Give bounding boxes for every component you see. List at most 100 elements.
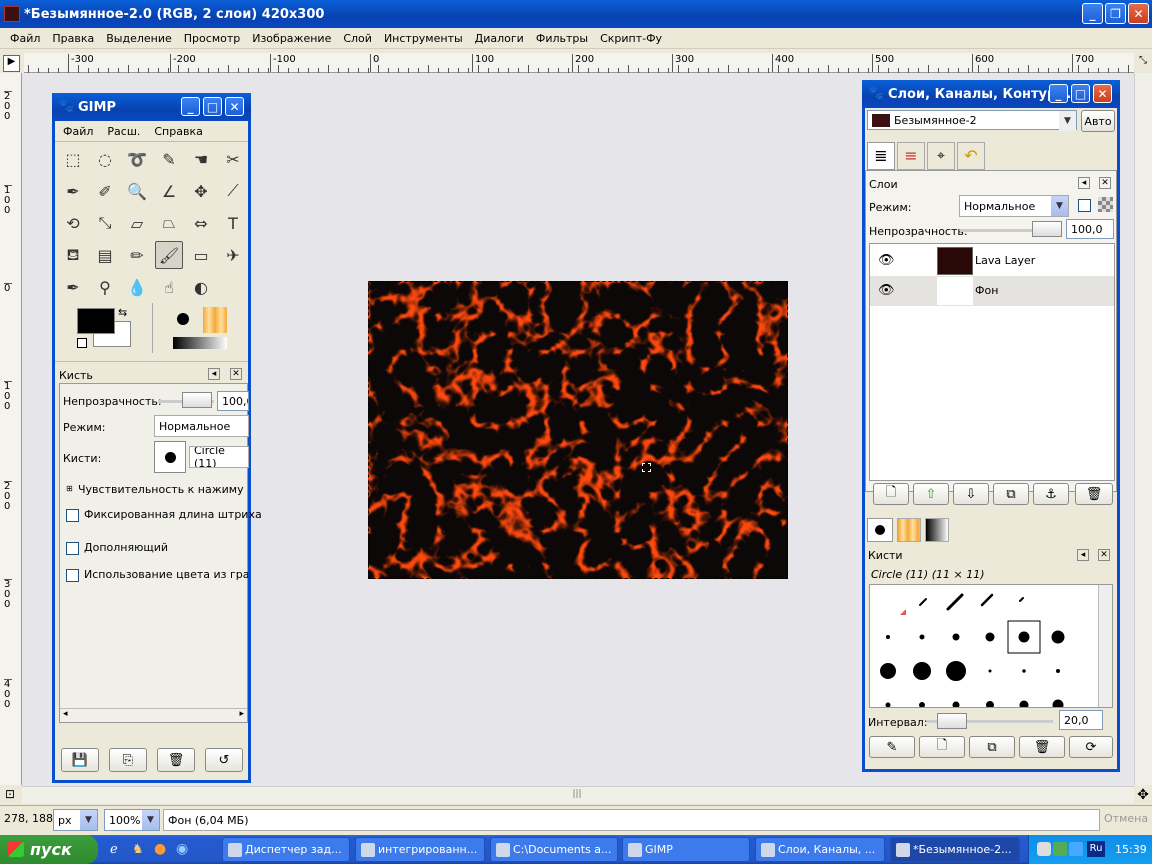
start-button[interactable]: пуск [0,835,98,864]
quicklaunch-explorer-icon[interactable]: ◉ [176,841,188,857]
raise-layer-button[interactable]: ⇧ [913,483,949,505]
brush-select-button[interactable] [154,441,186,473]
menu-arrow-button[interactable]: ▶ [3,55,20,72]
anchor-layer-button[interactable]: ⚓ [1033,483,1069,505]
auto-button[interactable]: Авто [1081,110,1115,132]
options-hscrollbar[interactable]: ◂ ▸ [60,708,247,722]
bucket-fill-icon[interactable]: ⛾ [59,241,87,269]
tab-layers[interactable]: ≣ [867,142,895,170]
quick-mask-icon[interactable]: ⊡ [2,787,18,803]
delete-options-button[interactable]: 🗑 [157,748,195,772]
lower-layer-button[interactable]: ⇩ [953,483,989,505]
active-pattern-preview[interactable] [203,307,227,333]
toolbox-menu-item[interactable]: Справка [154,125,202,138]
eye-icon[interactable]: 👁 [878,283,895,298]
menu-item[interactable]: Фильтры [536,32,588,45]
zoom-select[interactable]: 100% ▼ [104,809,160,831]
layers-close-button[interactable]: ✕ [1093,84,1112,103]
panel-close-icon[interactable]: ✕ [1098,549,1110,561]
taskbar-button[interactable]: интегрированн... [355,837,485,862]
toolbox-maximize-button[interactable]: □ [203,97,222,116]
horizontal-scrollbar[interactable]: ||| [22,786,1134,803]
measure-icon[interactable]: ∠ [155,177,183,205]
save-options-button[interactable]: 💾 [61,748,99,772]
fuzzy-select-icon[interactable]: ✎ [155,145,183,173]
spacing-input[interactable]: 20,0 [1059,710,1103,730]
reset-options-button[interactable]: ↺ [205,748,243,772]
keep-transparency-checkbox[interactable] [1078,199,1091,212]
toolbox-menu-item[interactable]: Расш. [107,125,140,138]
perspective-icon[interactable]: ⏢ [155,209,183,237]
menu-item[interactable]: Изображение [252,32,331,45]
refresh-brushes-button[interactable]: ⟳ [1069,736,1113,758]
color-picker-icon[interactable]: ✐ [91,177,119,205]
tab-paths[interactable]: ⌖ [927,142,955,170]
layer-opacity-input[interactable]: 100,0 [1066,219,1114,239]
new-brush-button[interactable]: 🗋 [919,736,965,758]
tab-brushes[interactable] [867,518,893,542]
tab-patterns[interactable] [897,518,921,542]
menu-item[interactable]: Правка [52,32,94,45]
new-layer-button[interactable]: 🗋 [873,483,909,505]
duplicate-brush-button[interactable]: ⧉ [969,736,1015,758]
quicklaunch-gimp-icon[interactable]: ♞ [132,842,144,857]
flip-icon[interactable]: ⇔ [187,209,215,237]
restore-button[interactable]: ❐ [1105,3,1126,24]
delete-layer-button[interactable]: 🗑 [1075,483,1113,505]
fixed-length-checkbox[interactable] [66,509,79,522]
ellipse-select-icon[interactable]: ◌ [91,145,119,173]
active-gradient-preview[interactable] [173,337,227,349]
brush-grid-preview[interactable] [870,585,1113,708]
scale-icon[interactable]: ⤡ [91,209,119,237]
zoom-lock-icon[interactable]: ⤡ [1136,55,1150,69]
menu-item[interactable]: Диалоги [475,32,524,45]
opacity-slider-handle[interactable] [182,392,212,408]
ink-icon[interactable]: ✒ [59,273,87,301]
taskbar-button[interactable]: Слои, Каналы, ... [755,837,885,862]
quicklaunch-ie-icon[interactable]: ℯ [110,842,118,857]
vertical-scrollbar[interactable] [1134,73,1152,785]
language-indicator[interactable]: Ru [1087,841,1105,857]
shear-icon[interactable]: ▱ [123,209,151,237]
panel-menu-icon[interactable]: ◂ [208,368,220,380]
toolbox-minimize-button[interactable]: _ [181,97,200,116]
scissors-icon[interactable]: ✂ [219,145,247,173]
smudge-icon[interactable]: ☝ [155,273,183,301]
close-button[interactable]: ✕ [1128,3,1149,24]
tab-undo[interactable]: ↶ [957,142,985,170]
layer-row[interactable]: 👁 Lava Layer [870,246,1114,276]
tab-gradients[interactable] [925,518,949,542]
edit-brush-button[interactable]: ✎ [869,736,915,758]
expander-icon[interactable]: ⊞ [66,484,73,493]
convolve-icon[interactable]: 💧 [123,273,151,301]
menu-item[interactable]: Инструменты [384,32,463,45]
menu-item[interactable]: Файл [10,32,40,45]
paths-icon[interactable]: ✒ [59,177,87,205]
panel-menu-icon[interactable]: ◂ [1077,549,1089,561]
duplicate-layer-button[interactable]: ⧉ [993,483,1029,505]
toolbox-menu-item[interactable]: Файл [63,125,93,138]
unit-select[interactable]: px ▼ [53,809,98,831]
color-select-icon[interactable]: ☚ [187,145,215,173]
layers-minimize-button[interactable]: _ [1049,84,1068,103]
toolbox-close-button[interactable]: ✕ [225,97,244,116]
cancel-button[interactable]: Отмена [1104,812,1148,825]
rotate-icon[interactable]: ⟲ [59,209,87,237]
navigate-icon[interactable]: ✥ [1134,787,1152,803]
delete-brush-button[interactable]: 🗑 [1019,736,1065,758]
layers-maximize-button[interactable]: □ [1071,84,1090,103]
blend-icon[interactable]: ▤ [91,241,119,269]
menu-item[interactable]: Слой [343,32,372,45]
pencil-icon[interactable]: ✏ [123,241,151,269]
paintbrush-icon[interactable]: 🖌 [155,241,183,269]
clone-icon[interactable]: ⚲ [91,273,119,301]
rect-select-icon[interactable]: ⬚ [59,145,87,173]
taskbar-button[interactable]: *Безымянное-2... [890,837,1020,862]
panel-close-icon[interactable]: ✕ [1099,177,1111,189]
taskbar-button[interactable]: C:\Documents a... [490,837,618,862]
text-icon[interactable]: T [219,209,247,237]
layer-mode-select[interactable]: Нормальное ▼ [959,195,1069,217]
mode-select[interactable]: Нормальное [154,415,249,437]
opacity-input[interactable]: 100,0 [217,391,249,411]
menu-item[interactable]: Выделение [106,32,172,45]
